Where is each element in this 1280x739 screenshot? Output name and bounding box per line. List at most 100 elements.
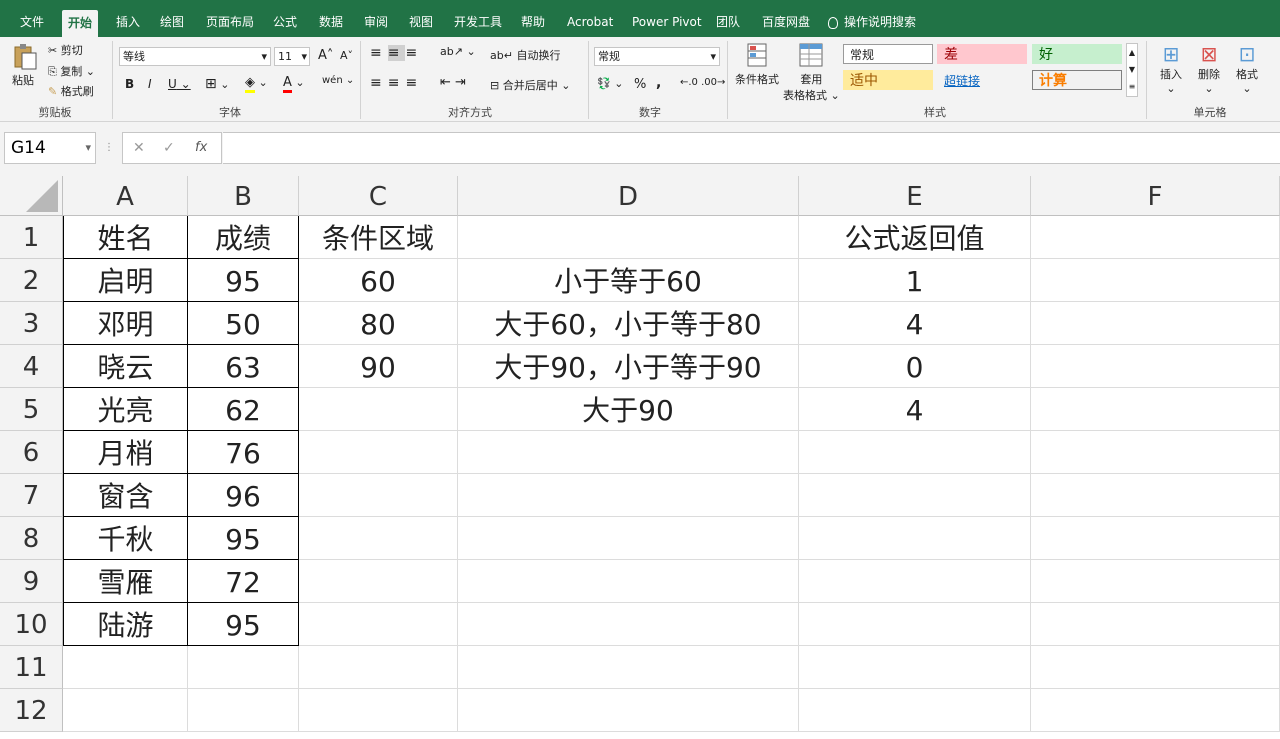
cell-f11[interactable]	[1031, 646, 1280, 689]
cell-c11[interactable]	[299, 646, 458, 689]
cell-e2[interactable]: 1	[799, 259, 1031, 302]
cell-c9[interactable]	[299, 560, 458, 603]
cell-e3[interactable]: 4	[799, 302, 1031, 345]
cell-e7[interactable]	[799, 474, 1031, 517]
cell-style-2[interactable]: 好	[1032, 44, 1122, 64]
cell-style-5[interactable]: 计算	[1032, 70, 1122, 90]
cancel-icon[interactable]: ✕	[133, 133, 145, 163]
cell-a8[interactable]: 千秋	[63, 517, 188, 560]
fill-color-button[interactable]: ◈ ⌄	[245, 75, 268, 93]
phonetic-button[interactable]: wén ⌄	[322, 75, 354, 86]
row-header-7[interactable]: 7	[0, 474, 63, 517]
cell-c3[interactable]: 80	[299, 302, 458, 345]
increase-font-button[interactable]: A˄	[318, 48, 333, 63]
cell-b10[interactable]: 95	[188, 603, 299, 646]
cell-f7[interactable]	[1031, 474, 1280, 517]
cell-a6[interactable]: 月梢	[63, 431, 188, 474]
vertical-align-buttons[interactable]: ≡≡≡	[370, 45, 423, 61]
cell-a10[interactable]: 陆游	[63, 603, 188, 646]
cell-c10[interactable]	[299, 603, 458, 646]
cell-f3[interactable]	[1031, 302, 1280, 345]
cell-c1[interactable]: 条件区域	[299, 216, 458, 259]
tab-10[interactable]: 帮助	[515, 9, 551, 35]
row-header-11[interactable]: 11	[0, 646, 63, 689]
cell-f6[interactable]	[1031, 431, 1280, 474]
row-header-6[interactable]: 6	[0, 431, 63, 474]
underline-button[interactable]: U ⌄	[168, 77, 191, 91]
merge-center-button[interactable]: ⊟ 合并后居中 ⌄	[490, 77, 570, 93]
percent-button[interactable]: %	[634, 77, 646, 92]
wrap-text-button[interactable]: ab↵ 自动换行	[490, 47, 560, 63]
cell-style-4[interactable]: 超链接	[937, 70, 1027, 90]
insert-cells-button[interactable]: ⊞ 插入 ⌄	[1160, 42, 1182, 95]
cell-c2[interactable]: 60	[299, 259, 458, 302]
cell-d11[interactable]	[458, 646, 799, 689]
cell-b11[interactable]	[188, 646, 299, 689]
cell-f2[interactable]	[1031, 259, 1280, 302]
cell-a2[interactable]: 启明	[63, 259, 188, 302]
cell-a3[interactable]: 邓明	[63, 302, 188, 345]
style-gallery-scroll[interactable]: ▲ ▼ ≡	[1126, 43, 1138, 97]
cell-f5[interactable]	[1031, 388, 1280, 431]
cell-e9[interactable]	[799, 560, 1031, 603]
column-header-b[interactable]: B	[188, 176, 299, 216]
formula-bar-grip[interactable]: ⋮	[104, 142, 114, 153]
cell-e1[interactable]: 公式返回值	[799, 216, 1031, 259]
row-header-5[interactable]: 5	[0, 388, 63, 431]
borders-button[interactable]: ⊞ ⌄	[205, 76, 229, 92]
conditional-format-button[interactable]: 条件格式	[735, 42, 779, 87]
cell-f10[interactable]	[1031, 603, 1280, 646]
italic-button[interactable]: I	[148, 77, 152, 91]
row-header-9[interactable]: 9	[0, 560, 63, 603]
cell-b1[interactable]: 成绩	[188, 216, 299, 259]
currency-button[interactable]: 💱 ⌄	[597, 77, 623, 90]
name-box[interactable]: G14 ▾	[4, 132, 96, 164]
tell-me-search[interactable]: 操作说明搜索	[822, 9, 922, 35]
tab-11[interactable]: Acrobat	[561, 9, 619, 35]
cell-b3[interactable]: 50	[188, 302, 299, 345]
cell-style-0[interactable]: 常规	[843, 44, 933, 64]
row-header-8[interactable]: 8	[0, 517, 63, 560]
cut-button[interactable]: ✂ 剪切	[48, 42, 83, 58]
cell-f12[interactable]	[1031, 689, 1280, 732]
tab-12[interactable]: Power Pivot	[626, 9, 708, 35]
cell-a7[interactable]: 窗含	[63, 474, 188, 517]
cell-e12[interactable]	[799, 689, 1031, 732]
comma-button[interactable]: ,	[656, 75, 661, 91]
font-size-select[interactable]: 11 ▾	[274, 47, 310, 66]
cell-a4[interactable]: 晓云	[63, 345, 188, 388]
font-name-select[interactable]: 等线 ▾	[119, 47, 271, 66]
indent-buttons[interactable]: ⇤ ⇥	[440, 75, 466, 90]
tab-6[interactable]: 数据	[313, 9, 349, 35]
column-header-a[interactable]: A	[63, 176, 188, 216]
tab-2[interactable]: 插入	[110, 9, 146, 35]
row-header-4[interactable]: 4	[0, 345, 63, 388]
cell-b6[interactable]: 76	[188, 431, 299, 474]
font-color-button[interactable]: A ⌄	[283, 75, 305, 93]
cell-e10[interactable]	[799, 603, 1031, 646]
format-as-table-button[interactable]: 套用 表格格式 ⌄	[783, 42, 840, 103]
cell-e5[interactable]: 4	[799, 388, 1031, 431]
delete-cells-button[interactable]: ⊠ 删除 ⌄	[1198, 42, 1220, 95]
tab-5[interactable]: 公式	[267, 9, 303, 35]
column-header-d[interactable]: D	[458, 176, 799, 216]
cell-d2[interactable]: 小于等于60	[458, 259, 799, 302]
select-all-button[interactable]	[0, 176, 63, 216]
cell-d3[interactable]: 大于60，小于等于80	[458, 302, 799, 345]
cell-a5[interactable]: 光亮	[63, 388, 188, 431]
cell-b4[interactable]: 63	[188, 345, 299, 388]
cell-c4[interactable]: 90	[299, 345, 458, 388]
cell-c12[interactable]	[299, 689, 458, 732]
decimal-buttons[interactable]: ←.0 .00→	[680, 77, 725, 88]
formula-input[interactable]	[223, 132, 1280, 164]
cell-a1[interactable]: 姓名	[63, 216, 188, 259]
cell-d12[interactable]	[458, 689, 799, 732]
tab-3[interactable]: 绘图	[154, 9, 190, 35]
decrease-font-button[interactable]: A˅	[340, 49, 353, 62]
cell-f1[interactable]	[1031, 216, 1280, 259]
orientation-button[interactable]: ab↗ ⌄	[440, 45, 476, 58]
column-header-e[interactable]: E	[799, 176, 1031, 216]
tab-14[interactable]: 百度网盘	[756, 9, 816, 35]
cell-d10[interactable]	[458, 603, 799, 646]
copy-button[interactable]: ⎘ 复制 ⌄	[48, 63, 95, 79]
